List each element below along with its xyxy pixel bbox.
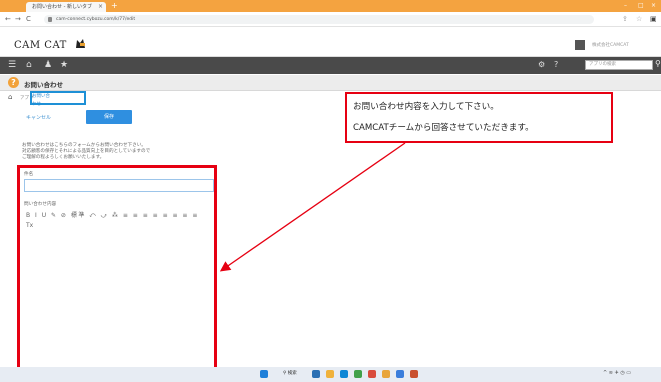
breadcrumb-home-icon[interactable]: ⌂ [8,93,12,101]
avatar[interactable] [575,40,585,50]
favorite-star-icon[interactable]: ★ [60,60,68,70]
extensions-icon[interactable]: ▣ [650,14,657,24]
taskbar-app-icon-2[interactable] [368,370,376,378]
people-icon[interactable]: ♟ [44,60,52,70]
bookmark-star-icon[interactable]: ☆ [636,14,642,24]
intro-text: お問い合わせはこちらのフォームからお問い合わせ下さい。 対応顧客の保存とそれによ… [22,143,150,161]
cat-logo-icon [76,39,85,48]
system-tray[interactable]: ^ ≋ ✈ ◷ ▭ [603,370,631,376]
settings-icon[interactable]: ⚙ [538,60,545,70]
app-header [0,27,661,56]
taskbar-app-icon-4[interactable] [396,370,404,378]
logo-text[interactable]: CAM CAT [14,40,67,51]
user-name[interactable]: 株式会社CAMCAT [592,42,629,48]
save-button[interactable]: 保存 [86,110,132,124]
form-highlight-frame [17,165,217,382]
question-icon: ? [8,77,19,88]
forward-icon[interactable]: → [15,14,21,24]
home-icon[interactable]: ⌂ [26,60,32,70]
chrome-icon[interactable] [354,370,362,378]
menu-icon[interactable]: ☰ [8,60,16,70]
browser-tab[interactable]: お問い合わせ - 新しいタブ [26,2,106,12]
share-icon[interactable]: ⇪ [622,14,628,24]
breadcrumb-highlight-box [30,91,86,105]
tab-close-icon[interactable]: × [98,2,103,12]
callout-line-2: CAMCATチームから回答させていただきます。 [353,123,534,133]
reload-icon[interactable]: C [26,14,31,24]
taskbar-app-icon[interactable] [312,370,320,378]
page-title-bar [0,75,661,91]
close-window-icon[interactable]: × [651,1,656,11]
page-title: お問い合わせ [24,81,63,89]
start-icon[interactable] [260,370,268,378]
minimize-icon[interactable]: – [624,1,627,11]
taskbar-search[interactable]: ⚲ 検索 [283,369,303,378]
cancel-button[interactable]: キャンセル [26,114,51,121]
intro-line: ご理解の程よろしくお願いいたします。 [22,155,105,160]
edge-icon[interactable] [340,370,348,378]
callout-line-1: お問い合わせ内容を入力して下さい。 [353,102,499,112]
folder-icon[interactable] [326,370,334,378]
search-icon[interactable]: ⚲ [655,59,661,68]
help-icon[interactable]: ? [554,60,558,70]
taskbar-app-icon-3[interactable] [382,370,390,378]
app-search-input[interactable]: アプリの検索 [585,60,653,70]
new-tab-icon[interactable]: + [111,1,118,11]
url-input[interactable]: cam-connect.cybozu.com/k/77/edit [44,15,594,24]
back-icon[interactable]: ← [5,14,11,24]
taskbar-app-icon-5[interactable] [410,370,418,378]
global-nav-bar [0,57,661,74]
lock-icon [48,17,52,22]
maximize-icon[interactable]: □ [638,1,644,11]
